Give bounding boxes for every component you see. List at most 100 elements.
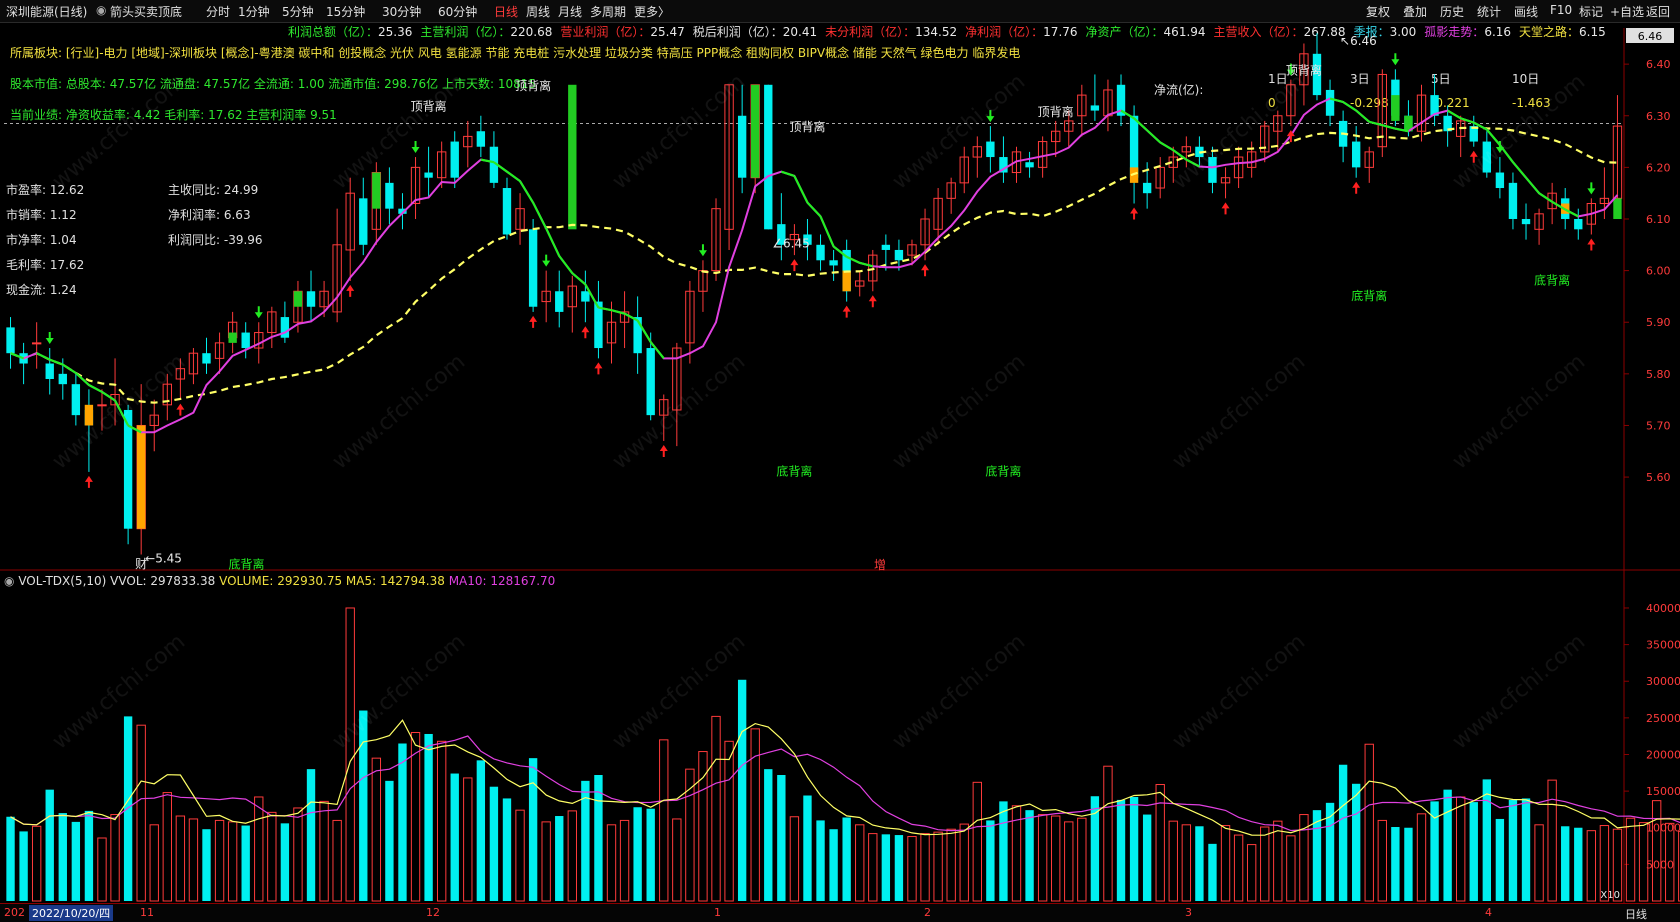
vol-bar-51 [673,819,681,901]
ma-falling-seg-89 [1160,142,1173,150]
vol-bar-23 [307,769,315,901]
candle-body-83 [1091,105,1099,110]
vol-bar-107 [1404,828,1412,901]
vol-bar-88 [1156,785,1164,901]
vol-bar-58 [764,769,772,901]
sell-arrow-1 [255,306,263,318]
vol-bar-31 [411,733,419,901]
vol-bar-12 [163,793,171,901]
vol-bar-60 [790,817,798,901]
vol-bar-73 [960,824,968,901]
watermark-0-1: www.cfchi.com [328,69,470,194]
candle-body-114 [1496,173,1504,188]
vol-bar-22 [294,808,302,901]
vol-bar-89 [1169,821,1177,901]
ma-falling-seg-66 [860,263,873,266]
vol-bar-103 [1352,784,1360,901]
vol-unit-label: X10 [1600,890,1620,901]
buy-arrow-14 [1352,182,1360,194]
sell-arrow-0 [46,332,54,344]
vol-bar-24 [320,801,328,901]
vol-bar-26 [346,608,354,901]
vol-bar-117 [1535,825,1543,901]
watermark-2-3: www.cfchi.com [888,629,1030,754]
watermark-1-2: www.cfchi.com [608,349,750,474]
candle-body-103 [1352,142,1360,168]
vol-bar-14 [189,819,197,901]
sell-arrow-4 [699,244,707,256]
vol-bar-56 [738,680,746,901]
price-tick-label-4: 6.00 [1646,265,1671,278]
vol-bar-43 [568,811,576,901]
candle-body-75 [986,142,994,157]
finance-marker: 财 [135,557,147,571]
vol-bar-48 [633,807,641,901]
sell-arrow-3 [542,255,550,267]
vol-bar-81 [1065,822,1073,901]
ma-falling-seg-103 [1343,102,1356,111]
candle-body-120 [1574,219,1582,229]
green-signal-2 [372,173,380,209]
watermark-1-1: www.cfchi.com [328,349,470,474]
vol-bar-76 [999,801,1007,901]
watermark-2-2: www.cfchi.com [608,629,750,754]
vol-bar-15 [202,829,210,901]
bottom-divergence-label-2: 底背离 [985,464,1021,479]
vol-bar-68 [895,835,903,901]
vol-bar-85 [1117,800,1125,901]
price-tick-label-7: 6.30 [1646,110,1671,123]
vol-bar-110 [1443,790,1451,901]
buy-arrow-11 [1130,208,1138,220]
ma-falling-seg-62 [807,203,820,217]
bottom-divergence-label-0: 底背离 [228,557,264,572]
vol-tick-label-2: 15000 [1646,785,1680,798]
top-divergence-label-1: 顶背离 [515,78,551,93]
date-stub: 202 [4,906,25,919]
chart-canvas[interactable]: 5.605.705.805.906.006.106.206.306.406.46… [0,0,1680,921]
buy-arrow-6 [660,445,668,457]
ma-falling-seg-48 [625,314,638,321]
ma-falling-seg-43 [559,256,572,273]
orange-signal-0 [137,425,145,528]
vol-bar-92 [1208,844,1216,901]
ma-falling-seg-116 [1513,162,1526,177]
vol-bar-34 [451,774,459,901]
price-tick-label-2: 5.80 [1646,368,1671,381]
ma-falling-seg-60 [781,172,794,176]
vol-ma10-line [11,736,1680,831]
vol-bar-4 [59,813,67,901]
vol-tick-label-1: 10000 [1646,822,1680,835]
watermark-2-5: www.cfchi.com [1448,629,1590,754]
vol-bar-41 [542,822,550,901]
candle-body-49 [647,348,655,415]
green-signal-7 [1613,198,1621,219]
price-tick-label-3: 5.90 [1646,316,1671,329]
buy-arrow-9 [869,295,877,307]
month-11: 11 [140,906,154,919]
candle-body-34 [451,142,459,178]
vol-bar-115 [1509,800,1517,901]
vol-bar-116 [1522,798,1530,901]
candle-body-2 [32,343,40,344]
vol-bar-124 [1626,818,1634,901]
ma-falling-seg-44 [572,273,585,284]
buy-arrow-1 [176,404,184,416]
vol-bar-91 [1195,826,1203,901]
watermark-2-1: www.cfchi.com [328,629,470,754]
candle-body-0 [6,327,14,353]
vol-bar-120 [1574,828,1582,901]
green-signal-0 [228,333,236,343]
ma-falling-seg-3 [37,353,50,359]
green-signal-3 [568,85,576,230]
vol-bar-64 [842,817,850,901]
sell-arrow-9 [1587,182,1595,194]
vol-bar-94 [1234,835,1242,901]
vol-bar-21 [281,823,289,901]
vol-bar-38 [503,798,511,901]
candle-body-78 [1025,162,1033,167]
vol-tick-label-7: 40000 [1646,602,1680,615]
vol-bar-11 [150,825,158,901]
vol-tick-label-3: 20000 [1646,748,1680,761]
candle-body-63 [829,260,837,265]
sell-arrow-7 [1391,53,1399,65]
